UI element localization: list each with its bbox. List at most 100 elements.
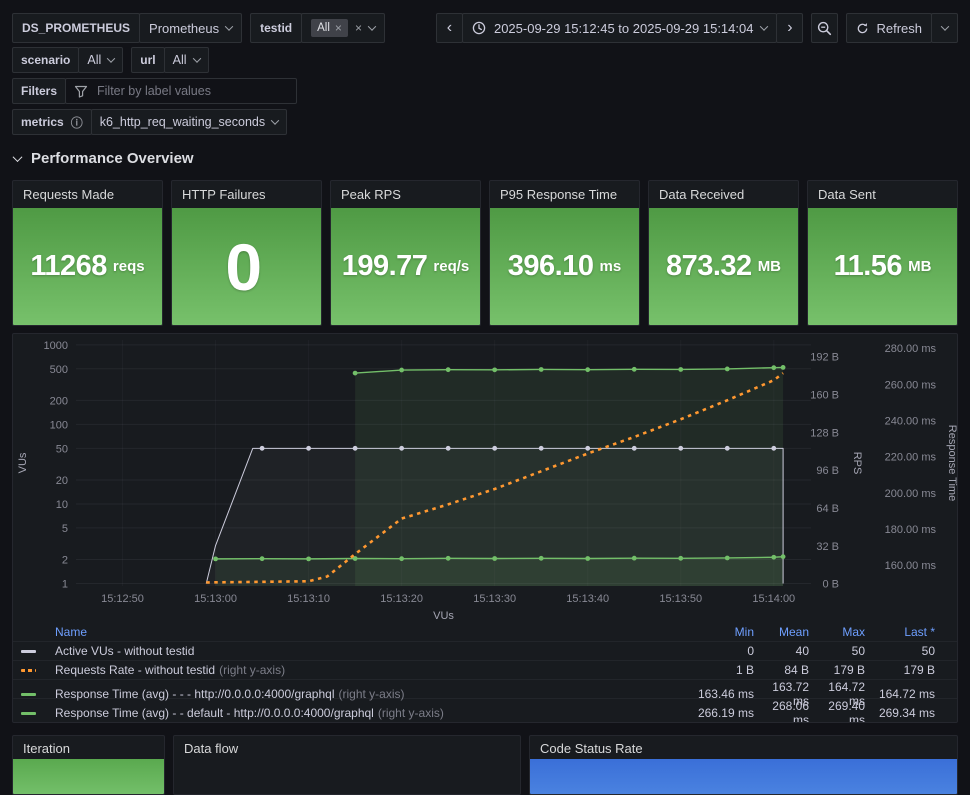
clock-icon [472,21,486,35]
svg-text:200: 200 [50,395,68,407]
chevron-down-icon [940,22,949,31]
chevron-down-icon [192,54,201,63]
svg-text:180.00 ms: 180.00 ms [885,524,937,536]
stat-requests-made: Requests Made 11268 reqs [12,180,163,326]
chevron-down-icon [367,22,377,31]
testid-chip[interactable]: All × [311,19,348,37]
stat-unit: reqs [112,258,145,275]
panel-title: Code Status Rate [540,741,643,756]
legend-max: 179 B [833,663,865,677]
datasource-select[interactable]: Prometheus [139,13,243,43]
filters-label: Filters [12,78,67,104]
zoom-out-button[interactable] [811,13,839,43]
scenario-select[interactable]: All [78,47,124,73]
metrics-label-text: metrics [21,115,64,129]
panel-data-flow: Data flow [173,735,521,795]
svg-text:160 B: 160 B [810,389,839,401]
refresh-button[interactable]: Refresh [846,13,932,43]
legend-min: 0 [747,644,754,658]
svg-text:50: 50 [56,443,68,455]
iteration-stat-bar [13,759,164,794]
adhoc-filters: Filters [12,78,298,104]
svg-text:240.00 ms: 240.00 ms [885,415,937,427]
section-title: Performance Overview [31,150,194,167]
filters-input[interactable] [95,83,289,99]
clear-all-icon[interactable]: × [355,22,362,34]
stat-unit: req/s [433,258,470,275]
metrics-value: k6_http_req_waiting_seconds [99,115,266,129]
svg-text:15:13:10: 15:13:10 [287,593,330,605]
legend-mean: 40 [795,644,809,658]
funnel-icon [74,85,88,98]
panel-title: Data Sent [818,187,876,202]
legend-series-toggle[interactable]: Response Time (avg) - - - http://0.0.0.0… [55,687,694,701]
chevron-right-icon: › [787,19,793,36]
metrics-picker: metrics ⓘ k6_http_req_waiting_seconds [12,109,288,135]
svg-text:260.00 ms: 260.00 ms [885,379,937,391]
close-icon[interactable]: × [335,22,342,34]
metrics-select[interactable]: k6_http_req_waiting_seconds [90,109,288,135]
series-marker-green [21,711,55,715]
legend-sort-name[interactable]: Name [55,625,694,639]
url-select[interactable]: All [163,47,209,73]
chevron-left-icon: ‹ [446,19,453,36]
legend-sort-max[interactable]: Max [809,625,865,639]
legend-max: 50 [851,644,865,658]
legend-series-toggle[interactable]: Response Time (avg) - - default - http:/… [55,706,694,720]
magnifier-minus-icon [818,21,832,35]
svg-text:15:13:50: 15:13:50 [659,593,702,605]
svg-text:2: 2 [62,555,68,567]
stat-http-failures: HTTP Failures 0 [171,180,322,326]
timeseries-chart[interactable]: 1000 500 200 100 50 20 10 5 2 1 15:12:50 15:13:00 15… [13,334,957,622]
legend-series-toggle[interactable]: Requests Rate - without testid (right y-a… [55,663,694,677]
chevron-down-icon [760,22,769,31]
legend-last: 179 B [903,663,935,677]
url-picker: url All [131,47,209,73]
legend-row-response-time-1: Response Time (avg) - - - http://0.0.0.0… [13,679,957,708]
refresh-label: Refresh [876,20,922,36]
datasource-picker: DS_PROMETHEUS Prometheus [12,13,243,43]
stat-data-received: Data Received 873.32 MB [648,180,799,326]
chevron-down-icon [12,152,23,163]
scenario-label-text: scenario [21,53,71,67]
datasource-label-text: DS_PROMETHEUS [22,21,131,35]
legend-min: 266.19 ms [697,706,754,720]
info-icon: ⓘ [70,115,83,130]
panel-iteration: Iteration [12,735,165,795]
testid-multiselect[interactable]: All × × [301,13,385,43]
stat-data-sent: Data Sent 11.56 MB [807,180,958,326]
legend-sort-last[interactable]: Last * [865,625,935,639]
panel-title: Peak RPS [341,187,401,202]
time-range-picker[interactable]: 2025-09-29 15:12:45 to 2025-09-29 15:14:… [461,13,778,43]
time-shift-back-button[interactable]: ‹ [435,13,463,43]
testid-label: testid [250,13,303,43]
panel-title: HTTP Failures [182,187,266,202]
stat-unit: MB [757,258,782,275]
refresh-icon [858,22,868,33]
section-performance-overview[interactable]: Performance Overview [12,150,194,167]
legend-sort-mean[interactable]: Mean [754,625,809,639]
legend-row-requests-rate: Requests Rate - without testid (right y-a… [13,660,957,679]
svg-text:Response Time: Response Time [946,425,957,501]
svg-text:160.00 ms: 160.00 ms [885,560,937,572]
stat-p95-response-time: P95 Response Time 396.10 ms [489,180,640,326]
legend-series-toggle[interactable]: Active VUs - without testid [55,644,694,658]
panel-title: P95 Response Time [500,187,618,202]
datasource-label: DS_PROMETHEUS [12,13,141,43]
svg-text:15:13:00: 15:13:00 [194,593,237,605]
legend-min: 1 B [735,663,754,677]
testid-picker: testid All × × [250,13,385,43]
scenario-picker: scenario All [12,47,124,73]
legend-sort-min[interactable]: Min [694,625,754,639]
series-marker-green [21,692,55,696]
refresh-interval-dropdown[interactable] [931,13,958,43]
svg-text:220.00 ms: 220.00 ms [885,452,937,464]
chevron-down-icon [270,116,280,125]
panel-code-status-rate: Code Status Rate [529,735,958,795]
time-shift-forward-button[interactable]: › [776,13,804,43]
stat-unit: MB [908,258,932,275]
legend-header-row: Name Min Mean Max Last * [13,622,957,641]
dashboard-controls-row-4: metrics ⓘ k6_http_req_waiting_seconds [12,109,288,135]
stat-panels-row: Requests Made 11268 reqs HTTP Failures 0 … [12,180,958,326]
scenario-label: scenario [12,47,80,73]
